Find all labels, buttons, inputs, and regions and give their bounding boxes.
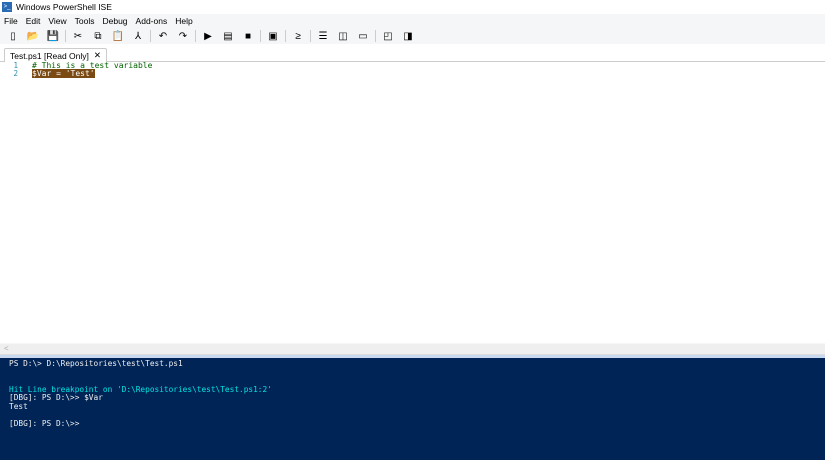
toolbar: ▯ 📂 💾 ✂ ⧉ 📋 ⅄ ↶ ↷ ▶ ▤ ■ ▣ ≥ ☰ ◫ ▭ ◰ ◨ — [0, 28, 825, 44]
scroll-left-icon[interactable]: < — [4, 344, 9, 353]
line-number: 1 — [13, 61, 18, 70]
menu-debug[interactable]: Debug — [98, 16, 131, 26]
console-line: PS D:\> D:\Repositories\test\Test.ps1 — [9, 359, 183, 368]
powershell-logo-icon: >_ — [2, 2, 12, 12]
tab-test-ps1[interactable]: Test.ps1 [Read Only] ✕ — [4, 48, 108, 62]
clear-console-icon[interactable]: ⅄ — [128, 29, 148, 43]
layout-max-icon[interactable]: ▭ — [353, 29, 373, 43]
menu-tools[interactable]: Tools — [71, 16, 99, 26]
layout-top-icon[interactable]: ☰ — [313, 29, 333, 43]
tab-bar: Test.ps1 [Read Only] ✕ — [0, 44, 825, 62]
toolbar-separator — [195, 30, 196, 42]
toolbar-separator — [65, 30, 66, 42]
toolbar-separator — [150, 30, 151, 42]
console-pane[interactable]: PS D:\> D:\Repositories\test\Test.ps1 Hi… — [0, 358, 825, 460]
redo-icon[interactable]: ↷ — [173, 29, 193, 43]
show-commands-icon[interactable]: ◨ — [398, 29, 418, 43]
menu-file[interactable]: File — [0, 16, 22, 26]
menu-bar: File Edit View Tools Debug Add-ons Help — [0, 14, 825, 28]
editor-line: 1 # This is a test variable — [0, 62, 825, 70]
menu-help[interactable]: Help — [171, 16, 196, 26]
toolbar-separator — [310, 30, 311, 42]
undo-icon[interactable]: ↶ — [153, 29, 173, 43]
show-script-pane-icon[interactable]: ◰ — [378, 29, 398, 43]
line-number: 2 — [13, 69, 18, 78]
run-icon[interactable]: ▶ — [198, 29, 218, 43]
breakpoint-line-code: $Var = 'Test' — [32, 69, 95, 78]
script-editor[interactable]: 1 # This is a test variable 2 $Var = 'Te… — [0, 62, 825, 343]
new-icon[interactable]: ▯ — [3, 29, 23, 43]
console-breakpoint-message: Hit Line breakpoint on 'D:\Repositories\… — [9, 384, 272, 394]
toolbar-separator — [375, 30, 376, 42]
title-bar: >_ Windows PowerShell ISE — [0, 0, 825, 14]
run-selection-icon[interactable]: ▤ — [218, 29, 238, 43]
menu-view[interactable]: View — [44, 16, 70, 26]
powershell-console-icon[interactable]: ≥ — [288, 29, 308, 43]
console-line: [DBG]: PS D:\>> $Var — [9, 393, 103, 403]
editor-line: 2 $Var = 'Test' — [0, 69, 825, 78]
copy-icon[interactable]: ⧉ — [88, 29, 108, 43]
window-title: Windows PowerShell ISE — [16, 2, 112, 12]
tab-label: Test.ps1 [Read Only] — [10, 50, 89, 61]
menu-edit[interactable]: Edit — [22, 16, 45, 26]
paste-icon[interactable]: 📋 — [108, 29, 128, 43]
layout-right-icon[interactable]: ◫ — [333, 29, 353, 43]
stop-icon[interactable]: ■ — [238, 29, 258, 43]
console-output: Test — [9, 401, 28, 411]
cut-icon[interactable]: ✂ — [68, 29, 88, 43]
remote-powershell-icon[interactable]: ▣ — [263, 29, 283, 43]
toolbar-separator — [260, 30, 261, 42]
console-prompt: [DBG]: PS D:\>> — [9, 419, 80, 429]
close-icon[interactable]: ✕ — [94, 50, 101, 61]
open-icon[interactable]: 📂 — [23, 29, 43, 43]
save-icon[interactable]: 💾 — [43, 29, 63, 43]
toolbar-separator — [285, 30, 286, 42]
menu-add-ons[interactable]: Add-ons — [132, 16, 172, 26]
horizontal-scrollbar[interactable]: < — [0, 343, 825, 354]
